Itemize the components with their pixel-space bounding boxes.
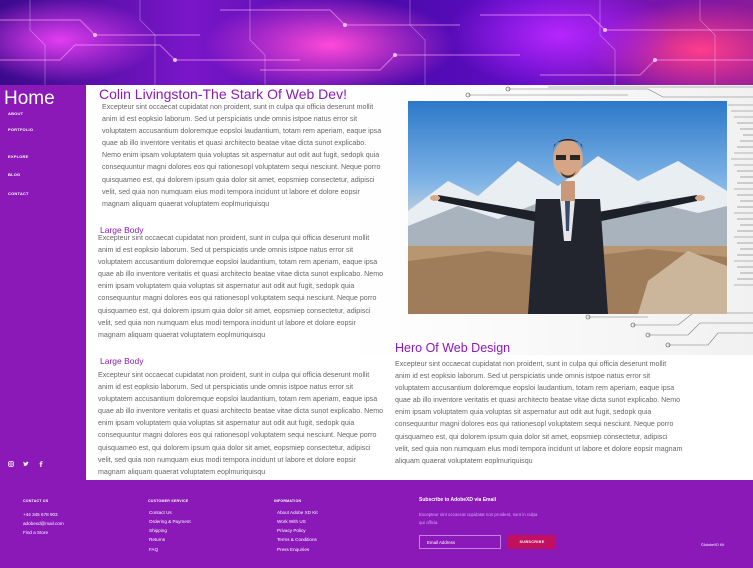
sidebar-item-portfolio[interactable]: PORTFOLIO (8, 127, 33, 132)
sidebar-item-blog[interactable]: BLOG (8, 172, 20, 177)
footer-link-privacy[interactable]: Privacy Policy (277, 528, 306, 533)
hero-photo-illustration (408, 139, 727, 314)
sidebar: Home ABOUT PORTFOLIO EXPLORE BLOG CONTAC… (0, 85, 86, 480)
page-headline: Colin Livingston-The Stark Of Web Dev! (99, 86, 347, 102)
footer-link-work-with-us[interactable]: Work With US (277, 519, 306, 524)
email-input[interactable] (419, 535, 501, 549)
copyright: ©AdobeXD Kit (701, 543, 725, 547)
footer-link-contact-us[interactable]: Contact Us (149, 510, 172, 515)
instagram-icon[interactable] (8, 461, 14, 467)
intro-paragraph: Excepteur sint occaecat cupidatat non pr… (102, 103, 382, 208)
header-banner-image (0, 0, 753, 85)
hero-photo (408, 101, 727, 314)
footer-link-shipping[interactable]: Shipping (149, 528, 167, 533)
facebook-icon[interactable] (38, 461, 44, 467)
footer-phone[interactable]: +44 345 678 903 (23, 512, 58, 517)
footer-find-store-link[interactable]: Find a Store (23, 530, 48, 535)
social-links (8, 461, 44, 467)
footer: CONTACT US +44 345 678 903 adobexd@mail.… (0, 480, 753, 568)
subscribe-title: Subscribe to AdobeXD via Email (419, 497, 497, 503)
footer-link-terms[interactable]: Terms & Conditions (277, 537, 317, 542)
section-paragraph-1: Excepteur sint occaecat cupidatat non pr… (98, 234, 384, 339)
sidebar-item-about[interactable]: ABOUT (8, 111, 23, 116)
circuit-pattern (0, 0, 753, 85)
footer-link-press[interactable]: Press Enquiries (277, 547, 309, 552)
sidebar-title: Home (4, 88, 55, 109)
footer-link-returns[interactable]: Returns (149, 537, 165, 542)
footer-information-heading: INFORMATION (274, 499, 302, 503)
footer-link-ordering-payment[interactable]: Ordering & Payment (149, 519, 191, 524)
sidebar-item-explore[interactable]: EXPLORE (8, 154, 29, 159)
footer-customer-service-heading: CUSTOMER SERVICE (148, 499, 189, 503)
sidebar-item-contact[interactable]: CONTACT (8, 191, 29, 196)
section-paragraph-2: Excepteur sint occaecat cupidatat non pr… (98, 371, 384, 476)
hero-paragraph: Excepteur sint occaecat cupidatat non pr… (395, 360, 683, 465)
footer-contact-heading: CONTACT US (23, 499, 49, 503)
subscribe-button[interactable]: SUBSCRIBE (508, 535, 556, 549)
subscribe-description: Excepteur sint occaecat cupidatat non pr… (419, 512, 538, 525)
footer-email[interactable]: adobexd@mail.com (23, 521, 64, 526)
footer-link-faq[interactable]: FAQ (149, 547, 158, 552)
main-content: Colin Livingston-The Stark Of Web Dev! E… (86, 85, 753, 480)
footer-link-about-kit[interactable]: About Adobe XD Kit (277, 510, 318, 515)
section-title-large-body-2: Large Body (100, 356, 144, 366)
hero-title: Hero Of Web Design (395, 341, 511, 355)
twitter-icon[interactable] (23, 461, 29, 467)
